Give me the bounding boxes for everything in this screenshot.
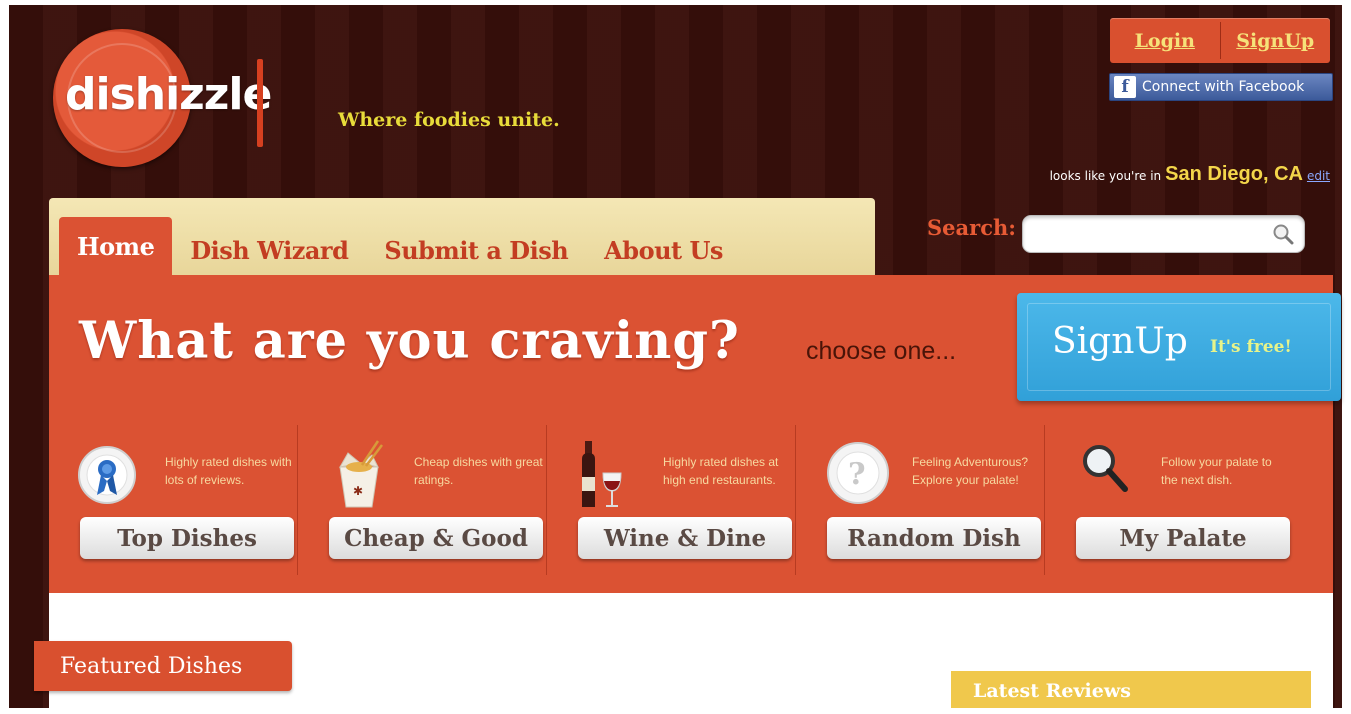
location-line: looks like you're in San Diego, CA edit (1050, 163, 1330, 186)
ribbon-award-icon (78, 446, 136, 504)
signup-ribbon-button[interactable]: SignUp It's free! (1017, 293, 1341, 401)
search-icon[interactable] (1272, 223, 1294, 245)
wine-dine-button[interactable]: Wine & Dine (578, 517, 792, 559)
magnifier-icon (1083, 445, 1128, 492)
search-label: Search: (927, 215, 1017, 240)
category-desc: Cheap dishes with great ratings. (414, 455, 543, 487)
logo[interactable]: dishizzle (53, 29, 323, 169)
login-link[interactable]: Login (1110, 18, 1220, 63)
category-top-dishes: Highly rated dishes with lots of reviews… (49, 425, 298, 575)
category-desc: Feeling Adventurous? Explore your palate… (912, 455, 1029, 487)
category-random-dish: ? Feeling Adventurous? Explore your pala… (796, 425, 1045, 575)
tab-dish-wizard[interactable]: Dish Wizard (172, 225, 366, 275)
question-plate-icon: ? (827, 442, 889, 504)
signup-free-label: It's free! (1210, 337, 1292, 357)
category-row: Highly rated dishes with lots of reviews… (49, 425, 1333, 575)
top-dishes-button[interactable]: Top Dishes (80, 517, 294, 559)
latest-reviews-heading: Latest Reviews (951, 671, 1311, 708)
random-dish-button[interactable]: Random Dish (827, 517, 1041, 559)
category-desc: Highly rated dishes with lots of reviews… (165, 455, 292, 487)
featured-dishes-heading: Featured Dishes (34, 641, 292, 691)
facebook-connect-button[interactable]: f Connect with Facebook (1109, 73, 1333, 101)
my-palate-button[interactable]: My Palate (1076, 517, 1290, 559)
hero-subhead: choose one... (806, 337, 957, 365)
takeout-box-icon: ✱ (339, 440, 383, 508)
tab-about-us[interactable]: About Us (586, 225, 741, 275)
fork-icon (257, 59, 263, 147)
category-my-palate: Follow your palate to the next dish. My … (1045, 425, 1293, 575)
wine-bottle-glass-icon (582, 441, 622, 507)
svg-text:✱: ✱ (353, 484, 363, 498)
tab-home[interactable]: Home (59, 217, 173, 275)
facebook-connect-label: Connect with Facebook (1142, 79, 1305, 95)
auth-bar: Login SignUp (1110, 18, 1330, 63)
main-nav: Home Dish Wizard Submit a Dish About Us (59, 216, 741, 275)
category-desc: Follow your palate to the next dish. (1161, 455, 1272, 487)
search-box (1022, 215, 1305, 253)
signup-ribbon-label: SignUp (1052, 321, 1188, 362)
signup-link[interactable]: SignUp (1221, 18, 1331, 63)
logo-text: dishizzle (65, 69, 272, 120)
category-wine-dine: Highly rated dishes at high end restaura… (547, 425, 796, 575)
tab-submit-dish[interactable]: Submit a Dish (366, 225, 586, 275)
tagline: Where foodies unite. (338, 109, 560, 131)
hero-headline: What are you craving? (79, 311, 740, 371)
cheap-good-button[interactable]: Cheap & Good (329, 517, 543, 559)
category-desc: Highly rated dishes at high end restaura… (663, 455, 779, 487)
search-input[interactable] (1033, 216, 1277, 252)
svg-text:?: ? (848, 457, 866, 492)
location-city: San Diego, CA (1165, 163, 1303, 185)
location-prefix: looks like you're in (1049, 169, 1162, 183)
category-cheap-good: ✱ Cheap dishes with great ratings. Cheap… (298, 425, 547, 575)
facebook-icon: f (1114, 76, 1136, 98)
location-edit-link[interactable]: edit (1307, 169, 1330, 183)
